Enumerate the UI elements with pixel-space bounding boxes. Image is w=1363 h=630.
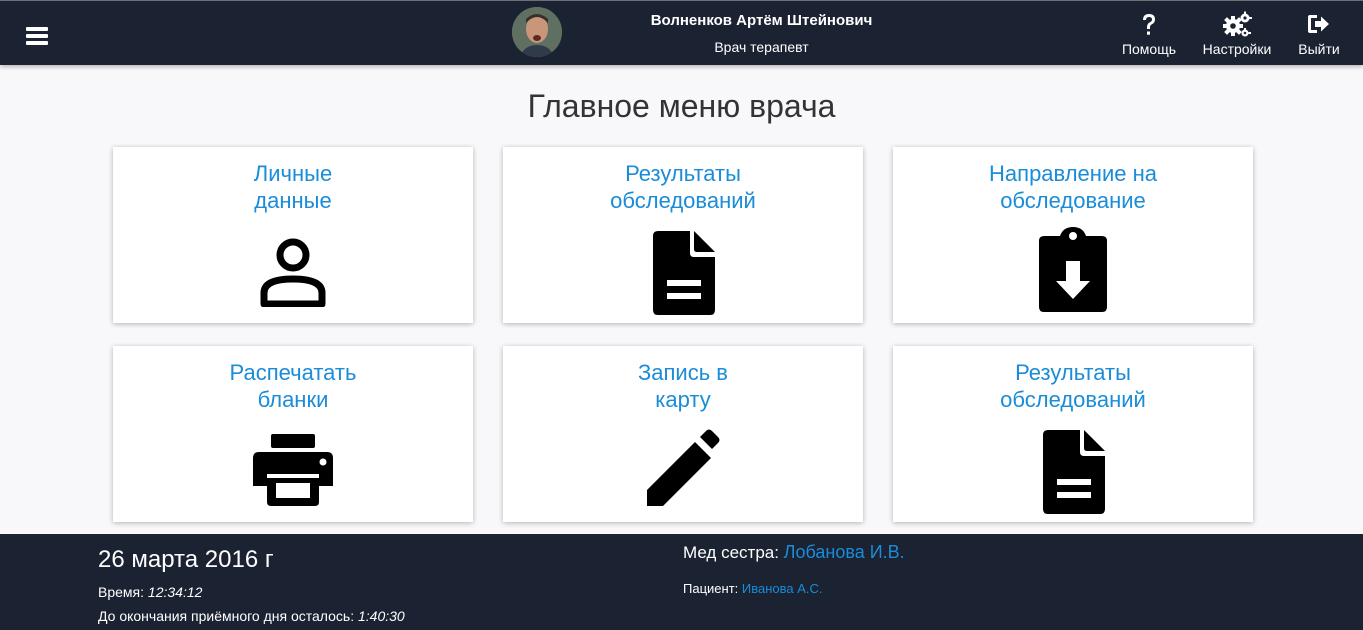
remaining-time-row: До окончания приёмного дня осталось: 1:4…: [98, 608, 405, 624]
pencil-icon: [503, 426, 863, 516]
patient-row: Пациент: Иванова А.С.: [683, 581, 823, 596]
card-title-line: Запись в: [638, 360, 728, 385]
menu-icon[interactable]: [26, 27, 48, 45]
card-exam-results[interactable]: Результаты обследований: [503, 147, 863, 323]
printer-icon: [113, 426, 473, 516]
card-title-line: карту: [655, 387, 711, 412]
card-exam-results-2[interactable]: Результаты обследований: [893, 346, 1253, 522]
exit-button[interactable]: Выйти: [1292, 11, 1346, 61]
card-title: Распечатать бланки: [113, 359, 473, 413]
card-title-line: Результаты: [1015, 360, 1131, 385]
card-title-line: Личные: [253, 161, 333, 186]
document-icon: [893, 426, 1253, 516]
card-title: Результаты обследований: [503, 160, 863, 214]
page-title: Главное меню врача: [527, 88, 836, 124]
patient-link[interactable]: Иванова А.С.: [742, 581, 823, 596]
nurse-link[interactable]: Лобанова И.В.: [784, 542, 905, 562]
card-title-line: Направление на: [989, 161, 1157, 186]
card-personal-data[interactable]: Личные данные: [113, 147, 473, 323]
card-title-line: обследований: [1000, 387, 1146, 412]
help-button[interactable]: Помощь: [1118, 11, 1180, 61]
nurse-row: Мед сестра: Лобанова И.В.: [683, 542, 905, 563]
settings-button[interactable]: Настройки: [1197, 11, 1277, 61]
doctor-role: Врач терапевт: [714, 39, 809, 55]
sign-out-icon: [1292, 11, 1346, 39]
document-icon: [503, 227, 863, 317]
card-record-to-chart[interactable]: Запись в карту: [503, 346, 863, 522]
card-title-line: данные: [254, 188, 332, 213]
exit-label: Выйти: [1298, 41, 1340, 57]
help-label: Помощь: [1121, 41, 1177, 57]
patient-label: Пациент:: [683, 581, 742, 596]
card-title: Направление на обследование: [893, 160, 1253, 214]
doctor-name: Волненков Артём Штейнович: [650, 12, 873, 29]
current-date: 26 марта 2016 г: [98, 546, 274, 573]
time-row: Время: 12:34:12: [98, 584, 202, 600]
avatar[interactable]: [512, 7, 562, 57]
person-icon: [113, 227, 473, 317]
card-print-forms[interactable]: Распечатать бланки: [113, 346, 473, 522]
card-title-line: обследование: [1000, 188, 1146, 213]
card-title: Запись в карту: [503, 359, 863, 413]
card-title-line: обследований: [610, 188, 756, 213]
card-exam-referral[interactable]: Направление на обследование: [893, 147, 1253, 323]
clipboard-download-icon: [893, 227, 1253, 317]
time-value: 12:34:12: [147, 584, 203, 600]
gears-icon: [1197, 11, 1277, 39]
top-bar: Волненков Артём Штейнович Врач терапевт …: [0, 0, 1363, 65]
remaining-value: 1:40:30: [357, 608, 405, 624]
card-title: Личные данные: [113, 160, 473, 214]
question-icon: [1118, 11, 1180, 39]
remaining-label: До окончания приёмного дня осталось:: [98, 608, 358, 624]
footer-bar: 26 марта 2016 г Время: 12:34:12 До оконч…: [0, 534, 1363, 630]
nurse-label: Мед сестра:: [683, 543, 784, 562]
card-title-line: бланки: [257, 387, 329, 412]
time-label: Время:: [98, 584, 148, 600]
card-title: Результаты обследований: [893, 359, 1253, 413]
card-title-line: Результаты: [625, 161, 741, 186]
settings-label: Настройки: [1202, 41, 1272, 57]
card-title-line: Распечатать: [229, 360, 357, 385]
